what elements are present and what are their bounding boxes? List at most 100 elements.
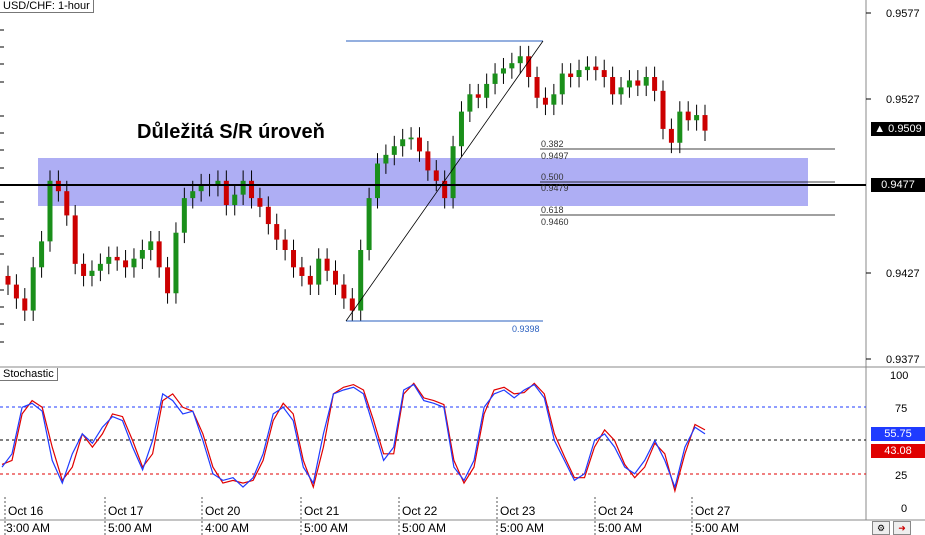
price-label-3: 0.9427 <box>886 268 920 280</box>
candle-body <box>475 94 481 98</box>
sr-heading: Důležitá S/R úroveň <box>137 121 325 143</box>
candle-body <box>542 97 548 105</box>
date-label-oct21: Oct 21 <box>304 504 340 518</box>
scroll-right-icon[interactable]: ➜ <box>893 521 911 535</box>
candle-body <box>576 70 582 78</box>
candle-body <box>291 250 297 268</box>
candle-body <box>349 298 355 311</box>
fib-618-ratio: 0.618 <box>541 205 564 215</box>
candle-body <box>517 56 523 64</box>
candle-body <box>484 83 490 98</box>
candle-body <box>593 66 599 71</box>
candle-body <box>148 241 154 251</box>
candle-body <box>601 70 607 78</box>
candle-body <box>5 275 11 285</box>
date-label-oct27: Oct 27 <box>695 504 731 518</box>
hour-label-8: 5:00 AM <box>695 521 739 535</box>
price-label-4: 0.9377 <box>886 354 920 366</box>
stoch-label-25: 25 <box>895 470 907 482</box>
candle-body <box>559 73 565 95</box>
candle-body <box>307 275 313 285</box>
candle-body <box>240 180 246 195</box>
candle-body <box>685 111 691 121</box>
candle-body <box>660 90 666 129</box>
candle-body <box>97 263 103 271</box>
fib-618-price: 0.9460 <box>541 217 569 227</box>
candle-body <box>391 146 397 155</box>
current-price-tag: ▲ 0.9509 <box>871 122 925 136</box>
candle-body <box>232 194 238 206</box>
hour-label-5: 5:00 AM <box>402 521 446 535</box>
hour-label-1: 3:00 AM <box>6 521 50 535</box>
date-label-oct24: Oct 24 <box>598 504 634 518</box>
stoch-d-tag: 43.08 <box>871 444 925 458</box>
stochastic-k-line <box>1 383 706 490</box>
candle-body <box>458 111 464 147</box>
candle-body <box>13 284 19 299</box>
candle-body <box>400 139 406 147</box>
candle-body <box>652 77 658 91</box>
price-label-2: 0.9527 <box>886 94 920 106</box>
chart-canvas: 0.382 0.9497 0.500 0.9479 0.618 0.9460 0… <box>0 0 925 535</box>
fib-382-price: 0.9497 <box>541 151 569 161</box>
price-label-1: 0.9577 <box>886 8 920 20</box>
candle-body <box>668 128 674 143</box>
candle-body <box>467 94 473 112</box>
date-label-oct20: Oct 20 <box>205 504 241 518</box>
candle-body <box>341 284 347 299</box>
candle-body <box>324 258 330 271</box>
date-label-oct16: Oct 16 <box>8 504 44 518</box>
candle-body <box>316 258 322 285</box>
fib-500-ratio: 0.500 <box>541 172 564 182</box>
candle-body <box>677 111 683 143</box>
candle-body <box>450 146 456 199</box>
stoch-k-tag: 55.75 <box>871 427 925 441</box>
candle-body <box>425 151 431 171</box>
fib-500-price: 0.9479 <box>541 183 569 193</box>
current-price-value: 0.9509 <box>888 123 922 135</box>
candle-body <box>249 180 255 199</box>
candle-body <box>47 180 53 242</box>
stoch-label-0: 0 <box>901 503 907 515</box>
chart-title: USD/CHF: 1-hour <box>0 0 94 13</box>
candle-body <box>114 256 120 261</box>
candle-body <box>282 239 288 251</box>
hour-label-2: 5:00 AM <box>108 521 152 535</box>
candle-body <box>366 198 372 251</box>
chart-settings-icon[interactable]: ⚙ <box>872 521 890 535</box>
candle-body <box>626 80 632 88</box>
candle-body <box>190 191 196 199</box>
fib-382-ratio: 0.382 <box>541 139 564 149</box>
indicator-title: Stochastic <box>0 368 58 381</box>
candle-body <box>643 77 649 86</box>
stoch-label-100: 100 <box>890 370 908 382</box>
candle-body <box>534 77 540 98</box>
hour-label-7: 5:00 AM <box>598 521 642 535</box>
fib-low-price: 0.9398 <box>512 324 540 334</box>
current-price-arrow-icon: ▲ <box>874 123 889 135</box>
date-label-oct23: Oct 23 <box>500 504 536 518</box>
candle-body <box>509 63 515 69</box>
candle-body <box>39 241 45 268</box>
candle-body <box>131 258 137 268</box>
candle-body <box>265 206 271 225</box>
candle-body <box>89 270 95 276</box>
candle-body <box>500 68 506 74</box>
candle-body <box>374 163 380 199</box>
candle-body <box>551 94 557 105</box>
candle-body <box>165 267 171 294</box>
candle-body <box>123 260 129 268</box>
candle-body <box>610 77 616 95</box>
candle-body <box>181 198 187 233</box>
candle-body <box>299 267 305 276</box>
candle-body <box>81 263 87 276</box>
candle-body <box>333 270 339 285</box>
hour-label-6: 5:00 AM <box>500 521 544 535</box>
candle-body <box>358 250 364 311</box>
candle-body <box>106 256 112 264</box>
candle-body <box>383 154 389 164</box>
candle-body <box>584 66 590 71</box>
candle-body <box>30 267 36 311</box>
candle-body <box>702 115 708 131</box>
level-price-tag: 0.9477 <box>871 178 925 192</box>
